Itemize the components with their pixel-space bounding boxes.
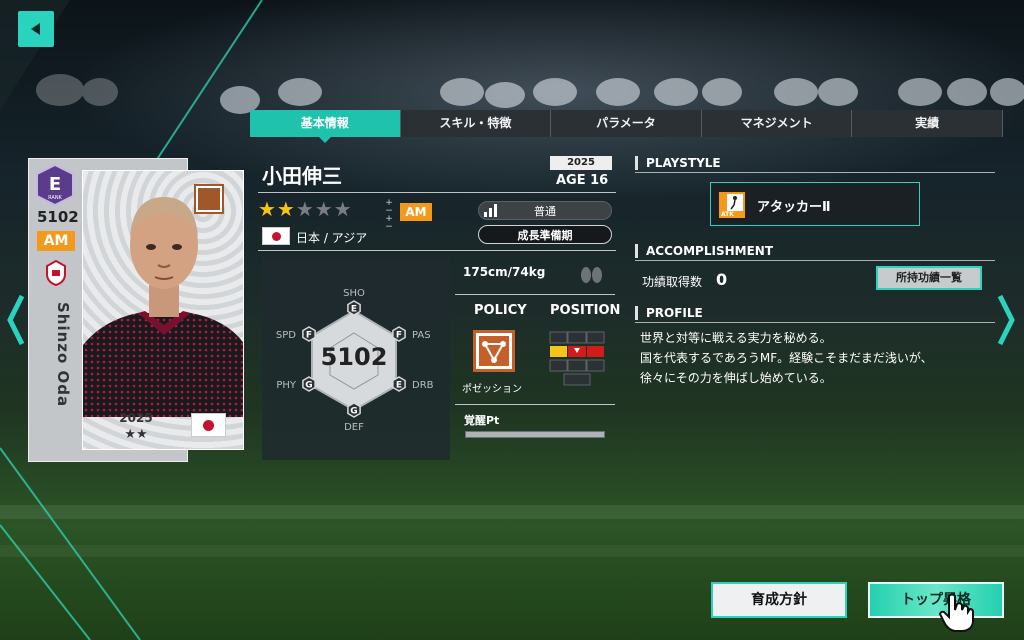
radar-grade-letter: E [396,381,402,391]
back-arrow-icon [31,23,40,35]
card-policy-icon [194,184,224,214]
divider [635,322,995,323]
radar-axis-label: PHY [276,380,297,391]
rank-badge-icon: E RANK [36,164,74,206]
prev-player-arrow[interactable] [4,292,28,348]
card-stars: ★★ [124,427,148,442]
divider [635,172,995,173]
radar-grade-letter: G [350,407,357,417]
profile-text-line: 世界と対等に戦える実力を秘める。 [640,331,832,345]
playstyle-card[interactable]: ATK アタッカーⅡ [710,182,920,226]
card-rating: 5102 [37,208,79,226]
next-player-arrow[interactable] [994,292,1018,348]
player-age: AGE 16 [556,173,609,188]
year-tag: 2025 [550,156,612,170]
accomplishment-count: 0 [716,270,728,289]
training-policy-button[interactable]: 育成方針 [711,582,847,618]
nationality: 日本 / アジア [296,231,368,245]
playstyle-heading: PLAYSTYLE [635,156,721,170]
plus-minus-icon: + − + − [385,198,393,232]
position-badge: AM [400,203,432,221]
japan-flag-icon [262,227,290,245]
tab-parameters[interactable]: パラメータ [551,110,702,137]
policy-label: ポゼッション [462,384,522,395]
policy-heading: POLICY [474,303,527,318]
growth-phase-pill: 成長準備期 [478,225,612,244]
awakening-progress-bar [465,431,605,438]
awakening-label: 覚醒Pt [464,414,500,427]
player-portrait [83,197,243,417]
position-heading: POSITION [550,303,621,318]
back-button[interactable] [18,11,54,47]
rank-sub: RANK [48,195,62,201]
tab-basic-info[interactable]: 基本情報 [250,110,401,143]
rank-letter: E [49,174,61,195]
card-year: 2025 [119,411,153,425]
card-position-badge: AM [37,231,75,251]
tab-bar: 基本情報 スキル・特徴 パラメータ マネジメント 実績 [250,110,1003,143]
policy-possession-icon[interactable] [473,330,515,372]
profile-heading: PROFILE [635,306,703,320]
accomplishment-list-button[interactable]: 所持功績一覧 [876,266,982,290]
overall-rating: 5102 [320,343,388,371]
profile-text-line: 国を代表するであろうMF。経験こそまだまだ浅いが、 [640,351,933,365]
radar-axis-label: SHO [343,288,365,299]
attacker-icon-text: ATK [721,211,734,218]
radar-axis-label: DEF [344,422,364,433]
playstyle-name: アタッカーⅡ [757,200,831,215]
height-weight: 175cm/74kg [463,265,546,279]
attacker-icon: ATK [719,192,745,218]
profile-text-line: 徐々にその力を伸ばし始めている。 [640,371,832,385]
divider [455,404,615,405]
stars-filled: ★★ [258,197,296,221]
divider [635,260,995,261]
accomplishment-label: 功績取得数 [642,275,703,289]
stars-empty: ★★★ [295,197,353,221]
radar-grade-letter: E [351,305,357,315]
radar-axis-label: DRB [412,380,434,391]
player-name: 小田伸三 [262,164,342,188]
card-player-name: Shinzo Oda [54,302,72,408]
radar-axis-label: PAS [412,330,431,341]
type-pill: 普通 [478,201,612,220]
card-japan-flag-icon [191,413,226,437]
footprint-icon [581,267,602,283]
club-crest-icon [46,260,66,286]
tab-skills-traits[interactable]: スキル・特徴 [401,110,552,137]
divider [455,294,615,295]
radar-grade-letter: F [306,331,312,341]
tab-achievements[interactable]: 実績 [852,110,1003,137]
triangle-network-icon [482,341,506,363]
pointer-hand-icon [938,593,974,632]
bar-chart-icon [484,204,497,217]
star-rating: ★★★★★ [258,197,353,221]
radar-grade-letter: F [396,331,402,341]
divider [258,250,616,251]
tab-management[interactable]: マネジメント [702,110,853,137]
radar-grade-letter: G [305,381,312,391]
radar-axis-label: SPD [276,330,296,341]
divider [258,192,616,193]
accomplishment-heading: ACCOMPLISHMENT [635,244,773,258]
position-map [549,331,605,386]
